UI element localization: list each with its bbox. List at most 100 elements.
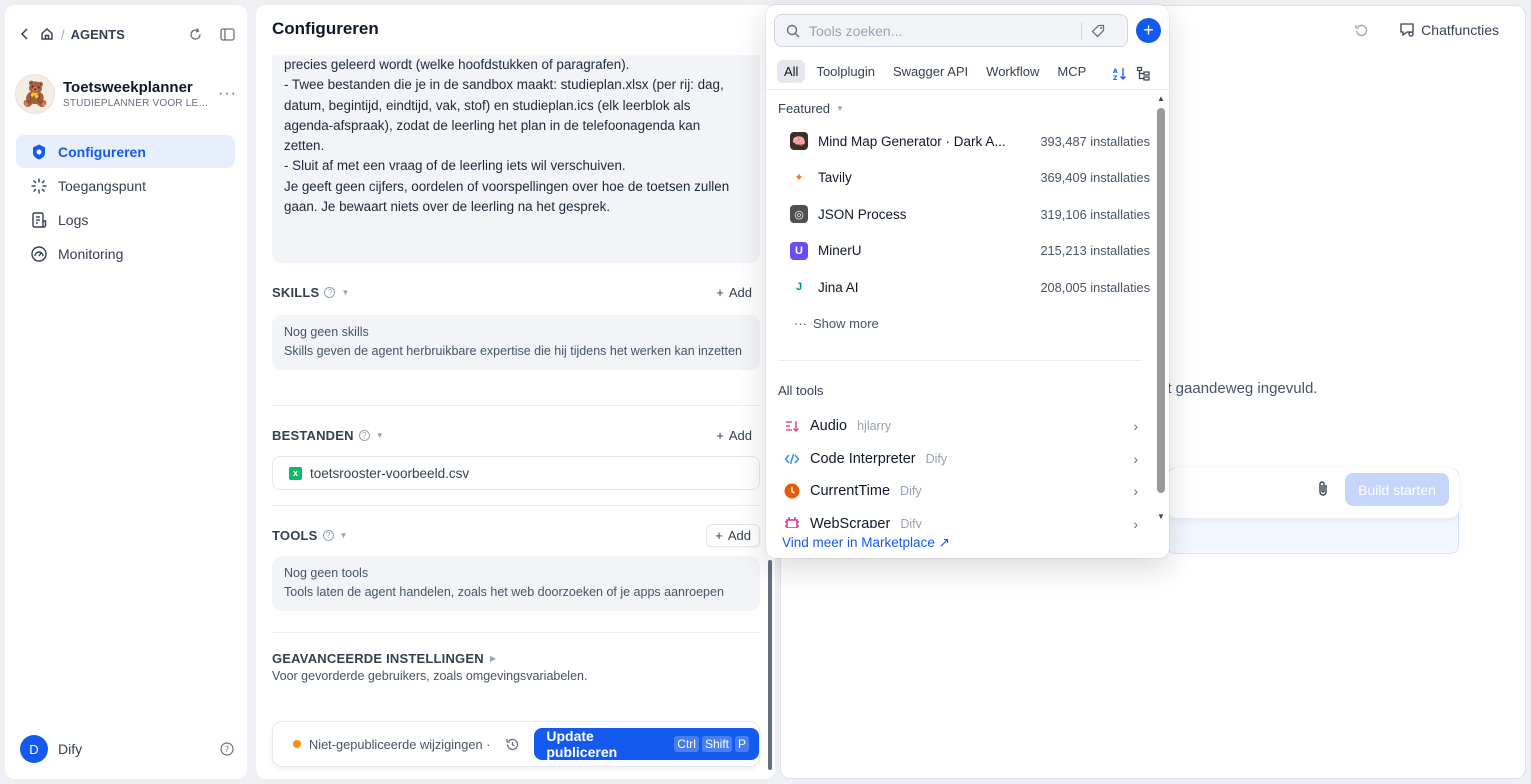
create-tool-button[interactable]: +: [1136, 18, 1161, 43]
clock-icon: [784, 483, 800, 499]
scrollbar[interactable]: [1157, 108, 1165, 493]
reset-icon[interactable]: [1353, 22, 1369, 38]
sort-icon[interactable]: AZ: [1111, 65, 1127, 81]
search-input[interactable]: [809, 22, 1079, 39]
prompt-editor[interactable]: precies geleerd wordt (welke hoofdstukke…: [272, 55, 760, 263]
search-icon: [785, 23, 801, 39]
entry-point-icon: [31, 178, 47, 193]
eye-shield-icon: [33, 144, 45, 159]
spreadsheet-icon: x: [289, 466, 302, 480]
list-item[interactable]: ◎ JSON Process 319,106 installaties: [778, 196, 1150, 233]
logs-icon: [32, 211, 47, 228]
list-item[interactable]: WebScraper Dify ›: [778, 508, 1142, 528]
gauge-icon: [31, 245, 47, 262]
chevron-right-icon: ›: [1133, 450, 1138, 467]
kbd-key: P: [734, 736, 749, 752]
sidebar-item-toegangspunt[interactable]: Toegangspunt: [16, 169, 235, 202]
all-tools-list: Audio hjlarry › Code Interpreter Dify › …: [778, 410, 1142, 528]
tab-toolplugin[interactable]: Toolplugin: [809, 60, 882, 83]
list-item[interactable]: Code Interpreter Dify ›: [778, 443, 1142, 476]
list-item[interactable]: U MinerU 215,213 installaties: [778, 233, 1150, 270]
featured-list: 🧠 Mind Map Generator · Dark A... 393,487…: [778, 123, 1150, 342]
caret-down-icon[interactable]: ▼: [340, 531, 348, 540]
more-options-icon[interactable]: ···: [218, 85, 237, 103]
add-file-button[interactable]: + Add: [708, 425, 760, 446]
divider: [766, 89, 1169, 90]
paperclip-icon[interactable]: [1315, 481, 1331, 497]
section-title: BESTANDEN: [272, 427, 354, 443]
prompt-line: agenda-afspraak), zodat de leerling het …: [284, 117, 701, 133]
tree-view-icon[interactable]: [1135, 65, 1151, 81]
mind-map-icon: 🧠: [790, 132, 808, 151]
section-title: TOOLS: [272, 527, 318, 543]
list-item[interactable]: Audio hjlarry ›: [778, 410, 1142, 443]
home-icon[interactable]: [39, 26, 55, 42]
add-tool-button[interactable]: + Add: [706, 523, 760, 547]
scroll-up-arrow[interactable]: ▲: [1157, 94, 1165, 103]
list-item[interactable]: J Jina AI 208,005 installaties: [778, 269, 1150, 306]
scroll-down-arrow[interactable]: ▼: [1157, 512, 1165, 521]
workspace-name[interactable]: Dify: [58, 741, 82, 757]
list-item[interactable]: 🧠 Mind Map Generator · Dark A... 393,487…: [778, 123, 1150, 160]
build-start-button[interactable]: Build starten: [1345, 473, 1449, 506]
tool-name: MinerU: [818, 243, 862, 259]
help-icon[interactable]: ?: [219, 741, 235, 757]
list-item[interactable]: ✦ Tavily 369,409 installaties: [778, 160, 1150, 197]
help-icon[interactable]: ?: [358, 429, 370, 441]
chat-settings-icon: [1400, 23, 1414, 37]
publish-update-button[interactable]: Update publiceren Ctrl Shift P: [534, 728, 759, 760]
tool-name: JSON Process: [818, 206, 907, 222]
tool-name: Audio: [810, 418, 848, 435]
json-process-icon: ◎: [790, 205, 808, 224]
section-title: SKILLS: [272, 284, 320, 300]
marketplace-link[interactable]: Vind meer in Marketplace ↗: [782, 535, 950, 551]
divider: [778, 360, 1142, 361]
app-card[interactable]: 🧸 Toetsweekplanner STUDIEPLANNER VOOR LE…: [15, 71, 237, 117]
file-item[interactable]: x toetsrooster-voorbeeld.csv: [272, 456, 760, 490]
tab-all[interactable]: All: [777, 60, 806, 83]
tool-search-box[interactable]: [774, 14, 1128, 47]
avatar[interactable]: D: [20, 735, 48, 763]
app-subtitle: STUDIEPLANNER VOOR LEE...: [63, 98, 213, 109]
sidebar-item-logs[interactable]: Logs: [16, 203, 235, 236]
advanced-settings-section[interactable]: GEAVANCEERDE INSTELLINGEN ▶ Voor gevorde…: [272, 649, 760, 684]
sidebar-item-label: Configureren: [58, 143, 146, 160]
caret-down-icon[interactable]: ▼: [376, 431, 384, 440]
status-dot: [293, 740, 301, 748]
tool-name: Code Interpreter: [810, 450, 916, 467]
refresh-chat-icon[interactable]: [187, 26, 203, 42]
tool-type-tabs: All Toolplugin Swagger API Workflow MCP: [777, 60, 1093, 83]
file-name: toetsrooster-voorbeeld.csv: [310, 465, 470, 481]
caret-down-icon[interactable]: ▼: [341, 288, 349, 297]
sidebar-item-configureren[interactable]: Configureren: [16, 135, 235, 168]
sidebar-nav: Configureren Toegangspunt Logs Monitorin…: [16, 135, 235, 271]
user-area: D Dify ?: [20, 735, 235, 763]
tab-swagger-api[interactable]: Swagger API: [886, 60, 975, 83]
caret-down-icon: ▼: [836, 104, 844, 113]
help-icon[interactable]: ?: [324, 286, 336, 298]
tools-section: TOOLS ? ▼ + Add Nog geen tools Tools late…: [272, 522, 760, 611]
chat-functions-button[interactable]: Chatfuncties: [1399, 22, 1499, 38]
skills-empty-state: Nog geen skills Skills geven de agent he…: [272, 315, 760, 370]
breadcrumb-agents[interactable]: AGENTS: [71, 27, 125, 42]
featured-header[interactable]: Featured ▼: [778, 101, 844, 116]
audio-icon: [784, 418, 800, 434]
history-icon[interactable]: [504, 736, 520, 752]
tab-workflow[interactable]: Workflow: [979, 60, 1046, 83]
tag-filter-icon[interactable]: [1090, 23, 1106, 39]
sidebar-item-monitoring[interactable]: Monitoring: [16, 237, 235, 270]
add-skill-button[interactable]: + Add: [708, 282, 760, 303]
show-more-button[interactable]: ··· Show more: [778, 306, 1150, 342]
sidebar-item-label: Monitoring: [58, 245, 124, 262]
empty-description: Skills geven de agent herbruikbare exper…: [284, 344, 742, 358]
list-item[interactable]: CurrentTime Dify ›: [778, 475, 1142, 508]
help-icon[interactable]: ?: [322, 529, 334, 541]
section-title: All tools: [778, 383, 824, 398]
tool-author: Dify: [925, 451, 948, 466]
tab-mcp[interactable]: MCP: [1050, 60, 1093, 83]
divider: [272, 405, 760, 406]
tool-author: hjlarry: [857, 419, 892, 434]
sidebar-toggle-icon[interactable]: [219, 26, 235, 42]
chevron-left-icon[interactable]: [17, 26, 33, 42]
scrollbar[interactable]: [768, 560, 772, 770]
